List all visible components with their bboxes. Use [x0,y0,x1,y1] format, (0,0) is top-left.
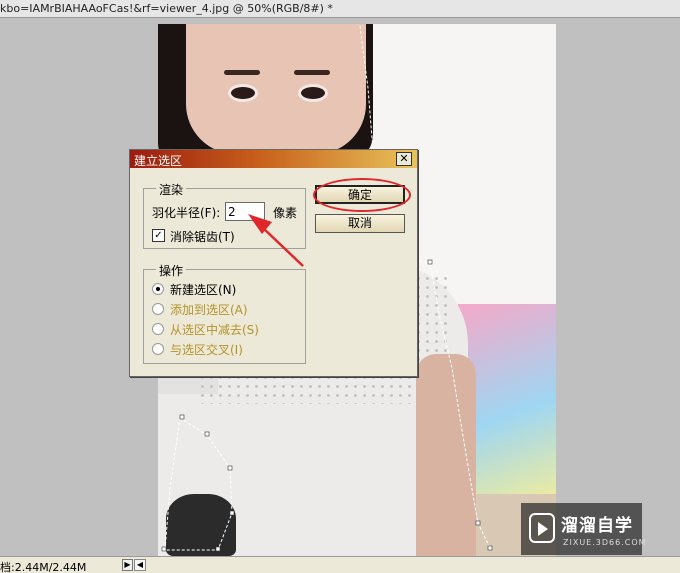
make-selection-dialog: 建立选区 ✕ 渲染 羽化半径(F): 像素 ✓ 消除锯齿(T) 操作 新建选区(… [129,149,418,377]
status-menu-arrow-icon[interactable]: ▶ [122,559,133,571]
window-title-bar: kbo=IAMrBIAHAAoFCas!&rf=viewer_4.jpg @ 5… [0,0,680,18]
watermark-subtitle: ZIXUE.3D66.COM [563,538,647,547]
feather-radius-input[interactable] [225,202,265,221]
scroll-left-icon[interactable]: ◀ [134,559,146,571]
photo-mickey-print [166,494,236,556]
photo-arm [416,354,476,556]
dialog-title: 建立选区 [134,154,183,168]
new-selection-radio[interactable] [152,283,164,295]
feather-radius-label: 羽化半径(F): [152,206,221,220]
photo-face [186,24,366,154]
intersect-selection-label[interactable]: 与选区交叉(I) [170,341,243,358]
feather-unit-label: 像素 [273,206,298,220]
watermark: 溜溜自学 ZIXUE.3D66.COM [521,503,646,555]
window-title: kbo=IAMrBIAHAAoFCas!&rf=viewer_4.jpg @ 5… [0,2,333,15]
document-size: 档:2.44M/2.44M [0,561,87,573]
status-bar: 档:2.44M/2.44M ▶ ◀ [0,556,680,573]
dialog-title-bar[interactable]: 建立选区 ✕ [130,150,417,168]
subtract-from-selection-radio[interactable] [152,323,164,335]
photo-eye [228,84,258,102]
add-to-selection-label[interactable]: 添加到选区(A) [170,301,248,318]
ok-highlight-ring [313,178,411,212]
antialias-label[interactable]: 消除锯齿(T) [170,228,235,245]
watermark-title: 溜溜自学 [561,516,633,536]
photo-eyebrow [294,70,330,75]
photo-eye [298,84,328,102]
antialias-checkbox[interactable]: ✓ [152,229,165,242]
render-group: 渲染 羽化半径(F): 像素 ✓ 消除锯齿(T) [143,181,306,249]
render-group-label: 渲染 [156,181,187,198]
operation-group-label: 操作 [156,262,187,279]
intersect-selection-radio[interactable] [152,343,164,355]
close-icon[interactable]: ✕ [396,152,412,166]
horizontal-scrollbar[interactable] [147,560,680,571]
play-logo-icon [529,513,555,543]
operation-group: 操作 新建选区(N) 添加到选区(A) 从选区中减去(S) 与选区交叉(I) [143,262,306,364]
subtract-from-selection-label[interactable]: 从选区中减去(S) [170,321,259,338]
new-selection-label[interactable]: 新建选区(N) [170,281,236,298]
photo-eyebrow [224,70,260,75]
add-to-selection-radio[interactable] [152,303,164,315]
cancel-button[interactable]: 取消 [315,214,405,233]
